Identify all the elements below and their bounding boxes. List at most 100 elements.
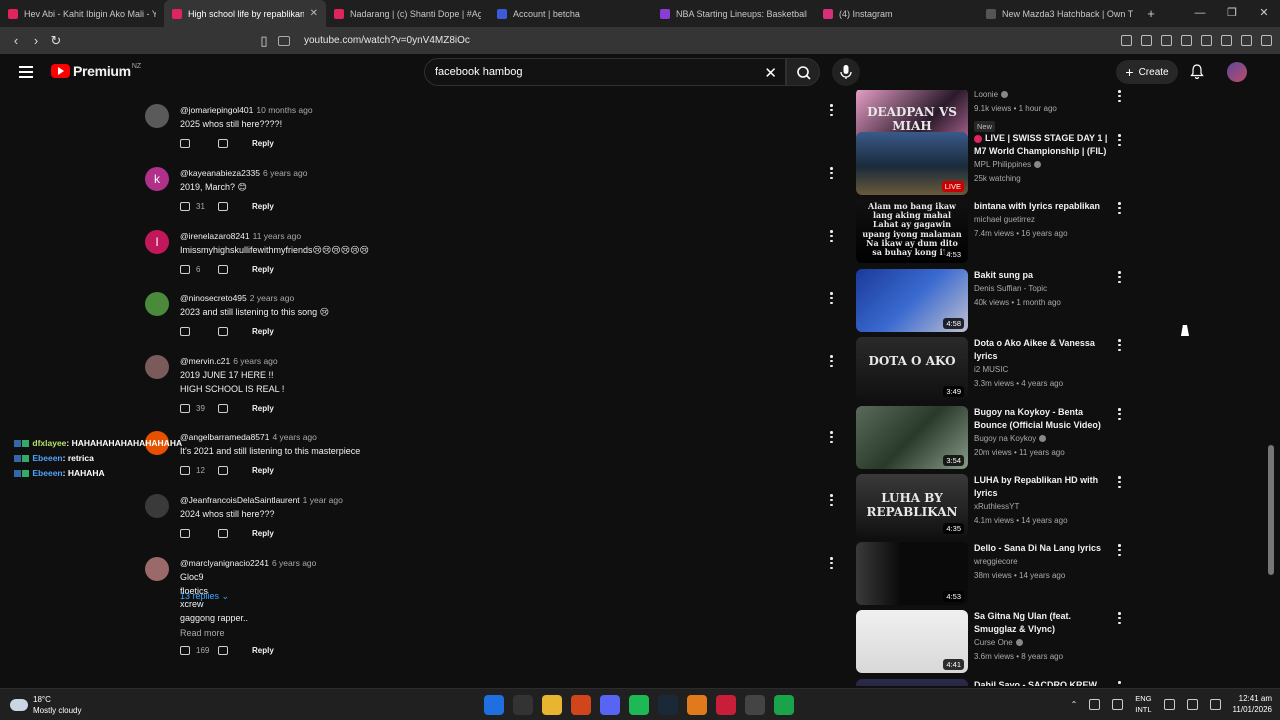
browser-tab[interactable]: Nadarang | (c) Shanti Dope | #Agsun xyxy=(326,0,489,27)
taskbar-app-icon[interactable] xyxy=(629,695,649,715)
taskbar-app-icon[interactable] xyxy=(600,695,620,715)
video-title[interactable]: Bakit sung pa xyxy=(974,269,1109,282)
account-avatar[interactable] xyxy=(1227,62,1247,82)
video-more-icon[interactable] xyxy=(1118,202,1122,214)
comment-author[interactable]: @marclyanignacio2241 xyxy=(180,558,269,568)
taskbar-app-icon[interactable] xyxy=(687,695,707,715)
comment-time[interactable]: 6 years ago xyxy=(263,168,307,178)
video-more-icon[interactable] xyxy=(1118,476,1122,488)
comment-author[interactable]: @mervin.c21 xyxy=(180,356,230,366)
comment-more-icon[interactable] xyxy=(830,431,834,443)
search-input[interactable]: facebook hambog ✕ xyxy=(424,58,786,86)
video-more-icon[interactable] xyxy=(1118,339,1122,351)
video-thumbnail[interactable]: LIVE xyxy=(856,132,968,195)
taskbar-app-icon[interactable] xyxy=(745,695,765,715)
like-icon[interactable] xyxy=(180,202,190,211)
video-title[interactable]: LIVE | SWISS STAGE DAY 1 | M7 World Cham… xyxy=(974,132,1109,158)
video-title[interactable]: Dahil Sayo - SACDRO KREW xyxy=(974,679,1109,686)
view-replies-button[interactable]: 13 replies ⌄ xyxy=(180,591,229,602)
microphone-tray-icon[interactable] xyxy=(1112,698,1124,710)
channel-name[interactable]: MPL Philippines xyxy=(974,158,1109,172)
extension-icon[interactable] xyxy=(1121,35,1132,46)
comment-time[interactable]: 4 years ago xyxy=(272,432,316,442)
site-info-icon[interactable] xyxy=(278,35,290,46)
dislike-icon[interactable] xyxy=(218,645,228,655)
comment-time[interactable]: 11 years ago xyxy=(253,231,302,241)
dislike-icon[interactable] xyxy=(218,529,228,538)
channel-name[interactable]: wreggiecore xyxy=(974,555,1109,569)
taskbar-app-icon[interactable] xyxy=(571,695,591,715)
menu-icon[interactable] xyxy=(1261,35,1272,46)
comment-more-icon[interactable] xyxy=(830,104,834,116)
bookmark-icon[interactable]: ▯ xyxy=(254,33,274,49)
video-thumbnail[interactable] xyxy=(856,679,968,686)
forward-icon[interactable]: › xyxy=(26,33,46,48)
related-video[interactable]: Alam mo bang ikaw lang aking mahal Lahat… xyxy=(856,200,1136,264)
commenter-avatar[interactable] xyxy=(145,355,169,379)
video-thumbnail[interactable]: Alam mo bang ikaw lang aking mahal Lahat… xyxy=(856,200,968,263)
notifications-bell-icon[interactable] xyxy=(1190,64,1204,79)
video-thumbnail[interactable]: 3:54 xyxy=(856,406,968,469)
comment-more-icon[interactable] xyxy=(830,230,834,242)
comment-more-icon[interactable] xyxy=(830,494,834,506)
browser-tab[interactable]: (4) Instagram xyxy=(815,0,978,27)
taskbar-app-icon[interactable] xyxy=(542,695,562,715)
like-icon[interactable] xyxy=(180,327,190,336)
related-video[interactable]: DOTA O AKO 3:49 Dota o Ako Aikee & Vanessa… xyxy=(856,337,1136,401)
dislike-icon[interactable] xyxy=(218,202,228,211)
comment-author[interactable]: @ninosecreto495 xyxy=(180,293,247,303)
video-thumbnail[interactable]: 4:41 xyxy=(856,610,968,673)
dislike-icon[interactable] xyxy=(218,403,228,413)
comment-time[interactable]: 2 years ago xyxy=(250,293,294,303)
commenter-avatar[interactable] xyxy=(145,292,169,316)
page-scrollbar[interactable] xyxy=(1268,445,1274,575)
channel-name[interactable]: Curse One xyxy=(974,636,1109,650)
channel-name[interactable]: Denis Suffian - Topic xyxy=(974,282,1109,296)
close-window-button[interactable]: ✕ xyxy=(1248,0,1280,27)
taskbar-app-icon[interactable] xyxy=(716,695,736,715)
related-video[interactable]: LUHA BY REPABLIKAN 4:35 LUHA by Repablikan… xyxy=(856,474,1136,538)
reply-button[interactable]: Reply xyxy=(252,202,274,211)
commenter-avatar[interactable]: I xyxy=(145,230,169,254)
input-language[interactable]: ENG INTL xyxy=(1135,693,1151,715)
taskbar-app-icon[interactable] xyxy=(513,695,533,715)
video-title[interactable]: Sa Gitna Ng Ulan (feat. Smugglaz & Vlync… xyxy=(974,610,1109,636)
video-title[interactable]: bintana with lyrics repablikan xyxy=(974,200,1109,213)
channel-name[interactable]: Loonie xyxy=(974,90,1109,102)
comment-more-icon[interactable] xyxy=(830,557,834,569)
comment-author[interactable]: @kayeanabieza2335 xyxy=(180,168,260,178)
comment-author[interactable]: @angelbarrameda8571 xyxy=(180,432,269,442)
network-icon[interactable] xyxy=(1163,698,1175,710)
dislike-icon[interactable] xyxy=(218,466,228,475)
related-video[interactable]: 4:53 Dello - Sana Di Na Lang lyrics wreggi… xyxy=(856,542,1136,606)
minimize-button[interactable]: — xyxy=(1184,0,1216,27)
maximize-button[interactable]: ❐ xyxy=(1216,0,1248,27)
comment-author[interactable]: @JeanfrancoisDelaSaintlaurent xyxy=(180,495,300,505)
video-more-icon[interactable] xyxy=(1118,612,1122,624)
like-icon[interactable] xyxy=(180,403,190,413)
reply-button[interactable]: Reply xyxy=(252,139,274,148)
related-video[interactable]: 3:54 Bugoy na Koykoy - Benta Bounce (Offi… xyxy=(856,406,1136,470)
reply-button[interactable]: Reply xyxy=(252,327,274,336)
related-video[interactable]: Dahil Sayo - SACDRO KREW xyxy=(856,679,1136,686)
browser-tab[interactable]: NBA Starting Lineups: Basketball Dai xyxy=(652,0,815,27)
video-title[interactable]: Bugoy na Koykoy - Benta Bounce (Official… xyxy=(974,406,1109,432)
tray-app-icon[interactable] xyxy=(1089,698,1101,710)
taskbar-app-icon[interactable] xyxy=(484,695,504,715)
new-tab-button[interactable]: + xyxy=(1141,6,1161,21)
commenter-avatar[interactable]: k xyxy=(145,167,169,191)
video-more-icon[interactable] xyxy=(1118,134,1122,146)
comment-more-icon[interactable] xyxy=(830,167,834,179)
battery-icon[interactable] xyxy=(1209,698,1221,710)
related-video[interactable]: 4:41 Sa Gitna Ng Ulan (feat. Smugglaz & V… xyxy=(856,610,1136,674)
commenter-avatar[interactable] xyxy=(145,557,169,581)
youtube-premium-logo[interactable]: Premium NZ xyxy=(51,63,141,79)
dislike-icon[interactable] xyxy=(218,265,228,274)
reload-icon[interactable]: ↻ xyxy=(46,33,66,49)
hamburger-menu-icon[interactable] xyxy=(19,66,33,78)
channel-name[interactable]: Bugoy na Koykoy xyxy=(974,432,1109,446)
like-icon[interactable] xyxy=(180,529,190,538)
video-title[interactable]: LUHA by Repablikan HD with lyrics xyxy=(974,474,1109,500)
back-icon[interactable]: ‹ xyxy=(6,33,26,48)
dislike-icon[interactable] xyxy=(218,139,228,148)
